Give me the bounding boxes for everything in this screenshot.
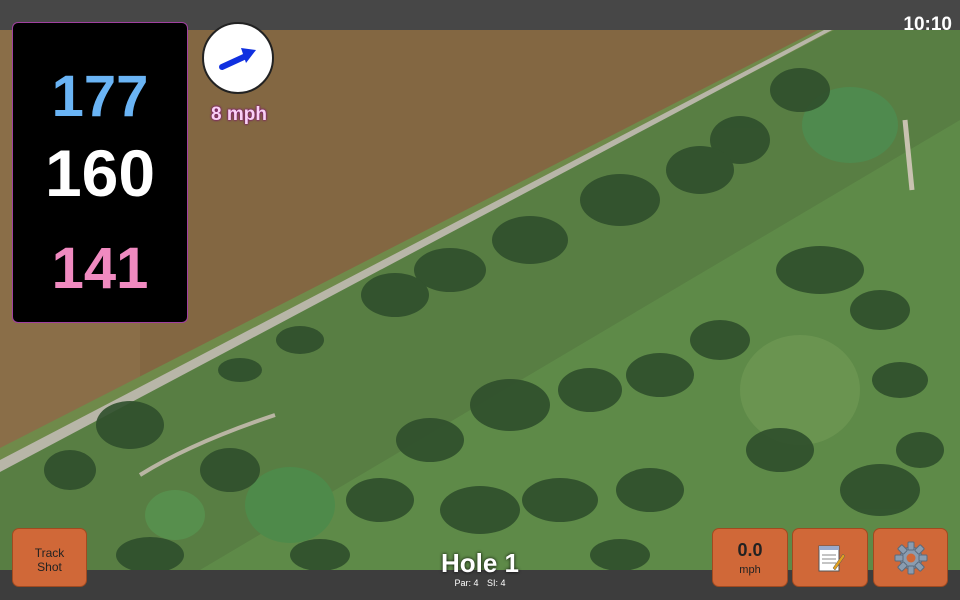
gear-icon	[894, 541, 927, 574]
front-distance: 141	[51, 236, 149, 301]
hole-si: SI: 4	[487, 578, 506, 588]
wind-speed-label: 8 mph	[211, 104, 267, 125]
notes-button[interactable]	[792, 528, 868, 587]
hole-title: Hole 1	[440, 548, 520, 578]
back-distance: 177	[51, 64, 149, 129]
hole-par: Par: 4	[454, 578, 479, 588]
settings-button[interactable]	[873, 528, 948, 587]
notepad-icon	[818, 545, 845, 571]
distance-panel: 177 160 141	[12, 22, 188, 323]
wind-button-unit: mph	[739, 564, 761, 576]
middle-distance: 160	[44, 136, 156, 210]
hole-info: Par: 4 SI: 4	[380, 578, 580, 588]
wind-button-value: 0.0	[737, 540, 763, 560]
wind-arrow-icon	[219, 48, 256, 70]
track-shot-label-line1: Track	[34, 546, 65, 560]
wind-indicator	[202, 22, 274, 94]
track-shot-label-line2: Shot	[37, 560, 62, 574]
wind-speed-button[interactable]: 0.0 mph	[712, 528, 788, 587]
track-shot-button[interactable]: Track Shot	[12, 528, 87, 587]
